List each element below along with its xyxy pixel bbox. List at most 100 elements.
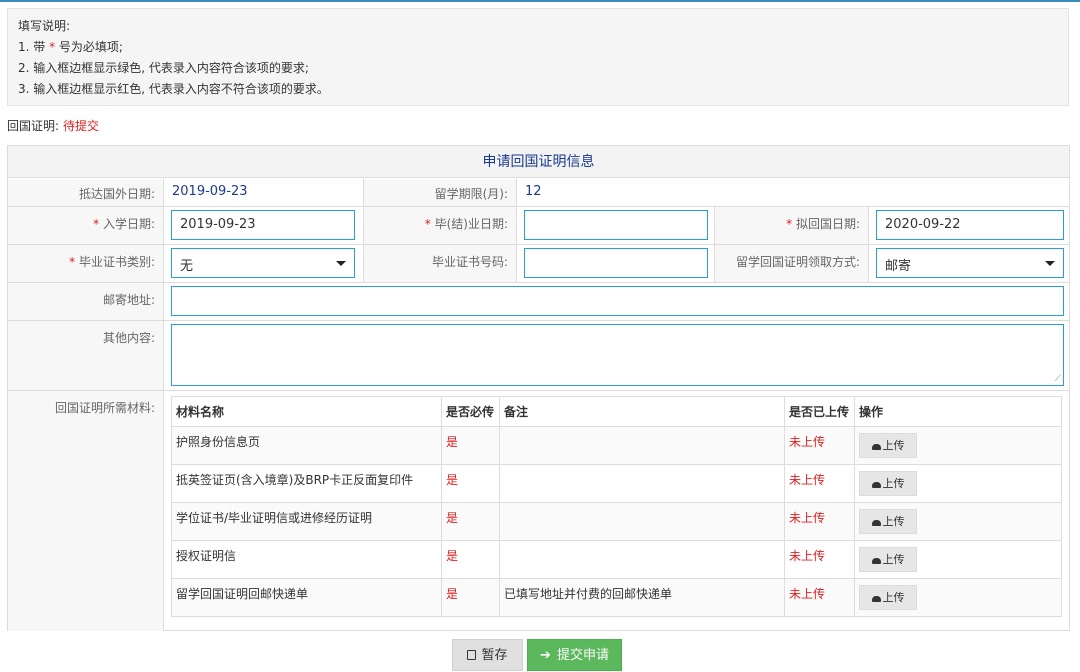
instruction-1-prefix: 1. 带 xyxy=(18,40,46,54)
instruction-1-suffix: 号为必填项; xyxy=(58,40,123,54)
upload-button-label: 上传 xyxy=(882,553,905,566)
status-label: 回国证明: xyxy=(7,119,60,133)
divider xyxy=(516,207,517,244)
required-star: * xyxy=(49,40,56,54)
material-action: 上传 xyxy=(854,540,1062,579)
material-name: 授权证明信 xyxy=(171,540,442,579)
cert-type-select[interactable]: 无 xyxy=(171,248,355,278)
graduate-date-input[interactable] xyxy=(524,210,708,240)
enroll-date-cell: 2019-09-23 xyxy=(171,207,355,244)
cert-type-label-cell: * 毕业证书类别: xyxy=(8,245,163,282)
material-name: 学位证书/毕业证明信或进修经历证明 xyxy=(171,502,442,541)
material-note xyxy=(499,464,785,503)
divider xyxy=(516,245,517,282)
mail-address-input[interactable] xyxy=(171,286,1064,316)
divider xyxy=(163,283,164,320)
resize-handle-icon[interactable]: ⟋ xyxy=(1055,374,1061,384)
cloud-upload-icon xyxy=(871,596,881,602)
col-header-action: 操作 xyxy=(854,396,1062,427)
upload-button[interactable]: 上传 xyxy=(859,547,917,572)
material-name: 留学回国证明回邮快递单 xyxy=(171,578,442,617)
return-date-input[interactable]: 2020-09-22 xyxy=(876,210,1064,240)
col-header-name: 材料名称 xyxy=(171,396,442,427)
material-required: 是 xyxy=(441,426,500,465)
required-star: * xyxy=(786,217,793,231)
table-row: 抵英签证页(含入境章)及BRP卡正反面复印件 是 未上传 上传 xyxy=(171,464,1062,503)
material-note: 已填写地址并付费的回邮快递单 xyxy=(499,578,785,617)
certificate-status: 回国证明: 待提交 xyxy=(7,117,99,134)
cloud-upload-icon xyxy=(871,482,881,488)
material-uploaded: 未上传 xyxy=(784,540,855,579)
required-star: * xyxy=(424,217,431,231)
material-action: 上传 xyxy=(854,426,1062,465)
divider xyxy=(868,245,869,282)
study-period-value: 12 xyxy=(525,184,542,199)
top-accent-line xyxy=(0,0,1080,2)
cert-no-input[interactable] xyxy=(524,248,708,278)
application-form: 申请回国证明信息 抵达国外日期: 2019-09-23 留学期限(月): 12 … xyxy=(7,145,1070,631)
divider xyxy=(163,321,164,390)
chevron-down-icon xyxy=(336,261,346,266)
graduate-date-cell xyxy=(524,207,708,244)
enroll-date-label: 入学日期: xyxy=(102,217,155,231)
upload-button[interactable]: 上传 xyxy=(859,509,917,534)
arrival-date-value: 2019-09-23 xyxy=(172,184,248,199)
material-uploaded: 未上传 xyxy=(784,578,855,617)
table-row: 护照身份信息页 是 未上传 上传 xyxy=(171,426,1062,465)
status-value: 待提交 xyxy=(63,119,100,133)
instruction-2: 2. 输入框边框显示绿色, 代表录入内容符合该项的要求; xyxy=(18,61,309,75)
required-star: * xyxy=(93,217,100,231)
material-name: 护照身份信息页 xyxy=(171,426,442,465)
pickup-method-label: 留学回国证明领取方式: xyxy=(715,245,868,282)
save-draft-button[interactable]: 暂存 xyxy=(452,639,523,671)
col-header-required: 是否必传 xyxy=(441,396,500,427)
divider xyxy=(163,391,164,631)
row-dates: * 入学日期: 2019-09-23 * 毕(结)业日期: * 拟回国日期: 2… xyxy=(8,207,1069,245)
instructions-panel: 填写说明: 1. 带 * 号为必填项; 2. 输入框边框显示绿色, 代表录入内容… xyxy=(7,8,1069,106)
required-star: * xyxy=(69,255,76,269)
materials-label: 回国证明所需材料: xyxy=(8,391,163,631)
save-draft-label: 暂存 xyxy=(481,648,508,663)
other-content-textarea[interactable]: ⟋ xyxy=(171,324,1064,386)
table-row: 学位证书/毕业证明信或进修经历证明 是 未上传 上传 xyxy=(171,502,1062,541)
pickup-method-cell: 邮寄 xyxy=(876,245,1064,282)
enroll-date-input[interactable]: 2019-09-23 xyxy=(171,210,355,240)
upload-button[interactable]: 上传 xyxy=(859,433,917,458)
row-mail-address: 邮寄地址: xyxy=(8,283,1069,321)
divider xyxy=(868,207,869,244)
cert-type-label: 毕业证书类别: xyxy=(78,255,155,269)
upload-button[interactable]: 上传 xyxy=(859,585,917,610)
mail-address-label: 邮寄地址: xyxy=(8,283,163,320)
cert-type-selected: 无 xyxy=(180,259,194,274)
upload-button-label: 上传 xyxy=(882,477,905,490)
other-content-label: 其他内容: xyxy=(8,321,163,390)
col-header-note: 备注 xyxy=(499,396,785,427)
enroll-date-label-cell: * 入学日期: xyxy=(8,207,163,244)
material-required: 是 xyxy=(441,502,500,541)
mail-address-cell xyxy=(171,283,1064,320)
arrival-date-label: 抵达国外日期: xyxy=(8,179,163,206)
submit-application-button[interactable]: ➔ 提交申请 xyxy=(527,639,622,671)
table-header-row: 材料名称 是否必传 备注 是否已上传 操作 xyxy=(171,396,1062,427)
material-required: 是 xyxy=(441,540,500,579)
chevron-down-icon xyxy=(1045,261,1055,266)
materials-table: 材料名称 是否必传 备注 是否已上传 操作 护照身份信息页 是 未上传 上传 抵… xyxy=(171,396,1062,617)
material-required: 是 xyxy=(441,578,500,617)
material-uploaded: 未上传 xyxy=(784,502,855,541)
upload-button[interactable]: 上传 xyxy=(859,471,917,496)
divider xyxy=(163,245,164,282)
material-name: 抵英签证页(含入境章)及BRP卡正反面复印件 xyxy=(171,464,442,503)
cert-type-cell: 无 xyxy=(171,245,355,282)
table-row: 授权证明信 是 未上传 上传 xyxy=(171,540,1062,579)
material-action: 上传 xyxy=(854,578,1062,617)
cloud-upload-icon xyxy=(871,520,881,526)
instructions-title: 填写说明: xyxy=(18,19,71,33)
submit-application-label: 提交申请 xyxy=(556,648,609,663)
table-row: 留学回国证明回邮快递单 是 已填写地址并付费的回邮快递单 未上传 上传 xyxy=(171,578,1062,617)
divider xyxy=(516,179,517,206)
save-icon xyxy=(467,650,477,660)
material-action: 上传 xyxy=(854,464,1062,503)
graduate-date-label-cell: * 毕(结)业日期: xyxy=(364,207,516,244)
form-title: 申请回国证明信息 xyxy=(8,146,1069,178)
pickup-method-select[interactable]: 邮寄 xyxy=(876,248,1064,278)
